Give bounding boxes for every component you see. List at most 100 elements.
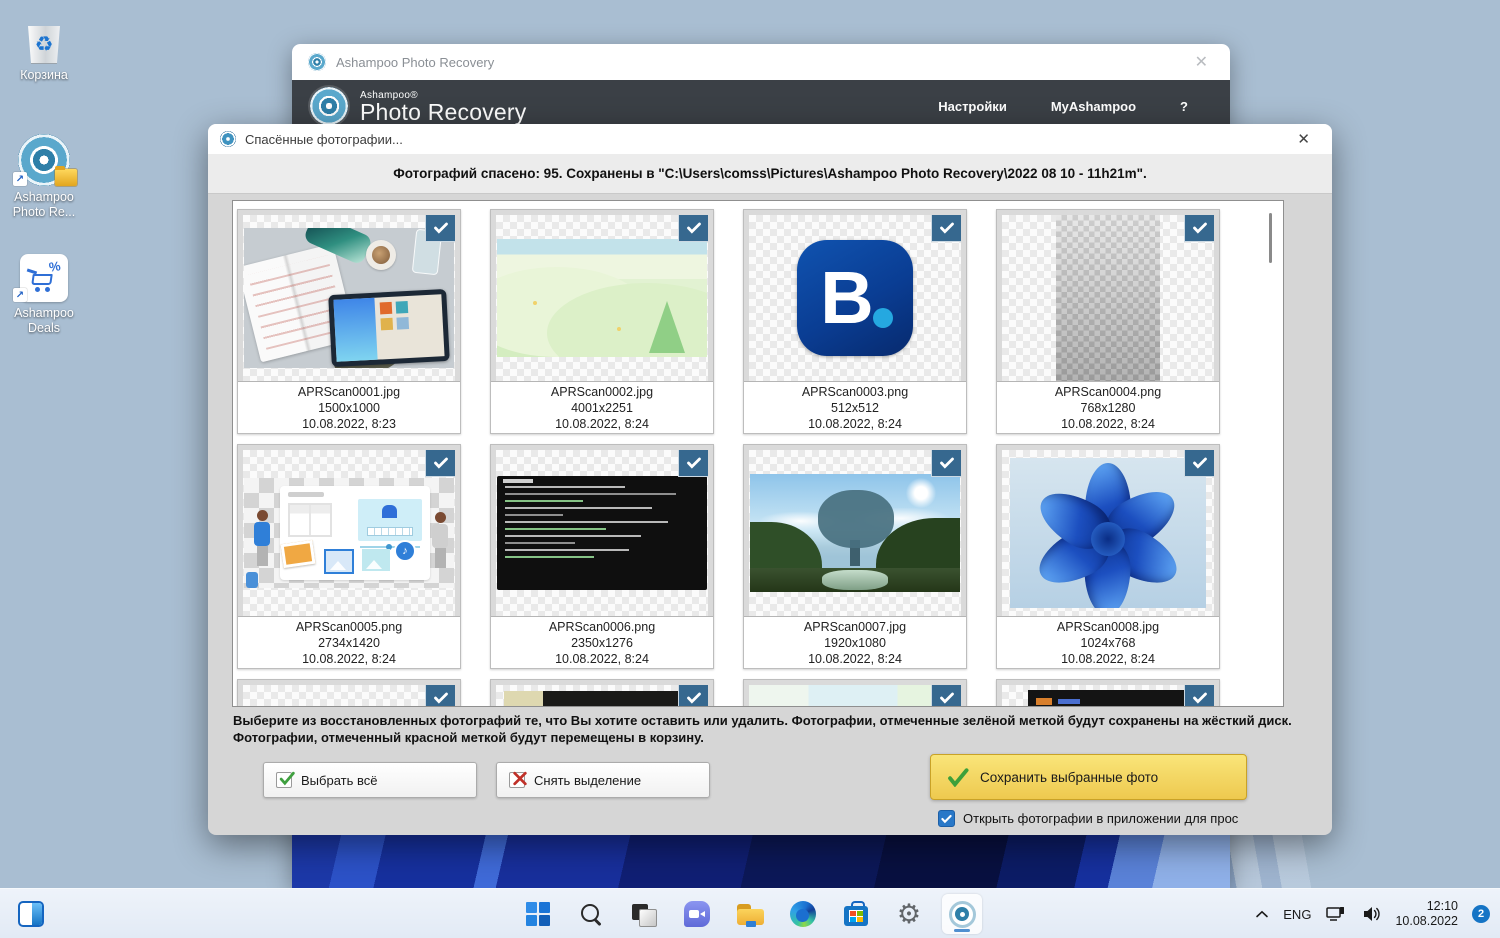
store-button[interactable] [836, 894, 876, 934]
folder-overlay-icon [55, 166, 77, 186]
show-hidden-icons-chevron[interactable] [1255, 909, 1269, 919]
dialog-close-button[interactable]: ✕ [1287, 130, 1320, 148]
photo-size: 1024x768 [1080, 636, 1136, 650]
photo-name: APRScan0007.jpg [803, 620, 907, 634]
photo-card[interactable]: APRScan0007.jpg 1920x1080 10.08.2022, 8:… [743, 444, 967, 669]
recycle-bin-icon: ♻ [5, 8, 83, 64]
photo-name: APRScan0001.jpg [297, 385, 401, 399]
shortcut-arrow-icon: ↗ [13, 172, 27, 186]
photo-thumbnail [243, 215, 455, 381]
app-menu: Настройки MyAshampoo ? [938, 99, 1212, 114]
app-window-title: Ashampoo Photo Recovery [336, 54, 495, 70]
photo-thumbnail [1002, 215, 1214, 381]
brand-large: Photo Recovery [360, 98, 527, 125]
task-view-button[interactable] [624, 894, 664, 934]
selected-check-badge[interactable] [425, 450, 455, 477]
menu-settings[interactable]: Настройки [938, 99, 1007, 114]
menu-myashampoo[interactable]: MyAshampoo [1051, 99, 1136, 114]
save-selected-button[interactable]: Сохранить выбранные фото [930, 754, 1247, 800]
photo-thumbnail: B [749, 215, 961, 381]
instructions-text: Выберите из восстановленных фотографий т… [233, 713, 1292, 745]
grid-scrollbar[interactable] [1269, 213, 1272, 263]
selected-check-badge[interactable] [678, 215, 708, 242]
chat-button[interactable] [677, 894, 717, 934]
selected-check-badge[interactable] [678, 685, 708, 706]
saved-photos-dialog: Спасённые фотографии... ✕ Фотографий спа… [208, 124, 1332, 835]
microsoft-store-icon [844, 901, 868, 927]
desktop-icon-ashampoo-photo-recovery[interactable]: ↗ Ashampoo Photo Re... [5, 130, 83, 220]
clock-date: 10.08.2022 [1395, 914, 1458, 928]
shopping-cart-icon: % [26, 258, 62, 292]
selected-check-badge[interactable] [1184, 215, 1214, 242]
notification-badge[interactable]: 2 [1472, 905, 1490, 923]
taskbar-center-icons: ⚙ [518, 889, 982, 938]
photo-grid: APRScan0001.jpg 1500x1000 10.08.2022, 8:… [232, 200, 1284, 707]
app-titlebar: Ashampoo Photo Recovery ✕ [292, 44, 1230, 80]
photo-size: 1500x1000 [318, 401, 380, 415]
desktop-icon-label: Корзина [20, 68, 68, 82]
photo-thumbnail [1002, 685, 1214, 706]
selected-check-badge[interactable] [931, 450, 961, 477]
photo-card[interactable]: APRScan0006.png 2350x1276 10.08.2022, 8:… [490, 444, 714, 669]
checkbox-checked-icon[interactable] [938, 810, 955, 827]
photo-card[interactable] [743, 679, 967, 706]
photo-size: 1920x1080 [824, 636, 886, 650]
photo-card[interactable]: B APRScan0003.png 512x512 10.08.2022, 8:… [743, 209, 967, 434]
photo-caption: APRScan0005.png 2734x1420 10.08.2022, 8:… [238, 616, 460, 668]
photo-caption: APRScan0004.png 768x1280 10.08.2022, 8:2… [997, 381, 1219, 433]
clock[interactable]: 12:10 10.08.2022 [1395, 899, 1458, 929]
ashampoo-photo-recovery-taskbar-button[interactable] [942, 894, 982, 934]
photo-name: APRScan0006.png [548, 620, 656, 634]
desktop-icon-ashampoo-deals[interactable]: % ↗ Ashampoo Deals [5, 246, 83, 336]
photo-card[interactable]: APRScan0004.png 768x1280 10.08.2022, 8:2… [996, 209, 1220, 434]
clock-time: 12:10 [1426, 899, 1458, 913]
selected-check-badge[interactable] [425, 215, 455, 242]
desktop-icon-recycle-bin[interactable]: ♻ Корзина [5, 8, 83, 83]
widgets-icon[interactable] [18, 901, 44, 927]
ashampoo-deals-icon: % ↗ [5, 246, 83, 302]
photo-size: 2350x1276 [571, 636, 633, 650]
selected-check-badge[interactable] [931, 685, 961, 706]
network-icon[interactable] [1325, 905, 1347, 923]
deselect-button[interactable]: Снять выделение [496, 762, 710, 798]
selected-check-badge[interactable] [1184, 685, 1214, 706]
photo-card[interactable] [237, 679, 461, 706]
search-icon [579, 902, 603, 926]
photo-date: 10.08.2022, 8:24 [808, 652, 902, 666]
photo-name: APRScan0003.png [801, 385, 909, 399]
photo-date: 10.08.2022, 8:24 [302, 652, 396, 666]
saved-count-info: Фотографий спасено: 95. Сохранены в "C:\… [208, 154, 1332, 194]
search-button[interactable] [571, 894, 611, 934]
photo-card[interactable] [490, 679, 714, 706]
settings-button[interactable]: ⚙ [889, 894, 929, 934]
photo-size: 512x512 [831, 401, 879, 415]
open-after-save-checkbox-row[interactable]: Открыть фотографии в приложении для прос [938, 810, 1238, 827]
language-indicator[interactable]: ENG [1283, 907, 1311, 922]
app-close-button[interactable]: ✕ [1189, 52, 1214, 72]
start-button[interactable] [518, 894, 558, 934]
volume-icon[interactable] [1361, 905, 1381, 923]
photo-caption: APRScan0007.jpg 1920x1080 10.08.2022, 8:… [744, 616, 966, 668]
photo-card[interactable]: APRScan0001.jpg 1500x1000 10.08.2022, 8:… [237, 209, 461, 434]
selected-check-badge[interactable] [678, 450, 708, 477]
photo-card[interactable]: APRScan0002.jpg 4001x2251 10.08.2022, 8:… [490, 209, 714, 434]
selected-check-badge[interactable] [425, 685, 455, 706]
photo-thumbnail: ♪ [243, 450, 455, 616]
file-explorer-button[interactable] [730, 894, 770, 934]
photo-size: 768x1280 [1080, 401, 1136, 415]
selected-check-badge[interactable] [1184, 450, 1214, 477]
shortcut-arrow-icon: ↗ [13, 288, 27, 302]
task-view-icon [631, 901, 657, 927]
photo-name: APRScan0008.jpg [1056, 620, 1160, 634]
menu-help[interactable]: ? [1180, 99, 1188, 114]
selected-check-badge[interactable] [931, 215, 961, 242]
select-all-button[interactable]: Выбрать всё [263, 762, 477, 798]
chat-icon [684, 901, 710, 927]
photo-caption: APRScan0001.jpg 1500x1000 10.08.2022, 8:… [238, 381, 460, 433]
photo-thumbnail [496, 450, 708, 616]
photo-card[interactable]: ♪ APRScan0005.png 2734x1420 10.08.2022, … [237, 444, 461, 669]
photo-card[interactable]: APRScan0008.jpg 1024x768 10.08.2022, 8:2… [996, 444, 1220, 669]
photo-name: APRScan0004.png [1054, 385, 1162, 399]
edge-button[interactable] [783, 894, 823, 934]
photo-card[interactable] [996, 679, 1220, 706]
